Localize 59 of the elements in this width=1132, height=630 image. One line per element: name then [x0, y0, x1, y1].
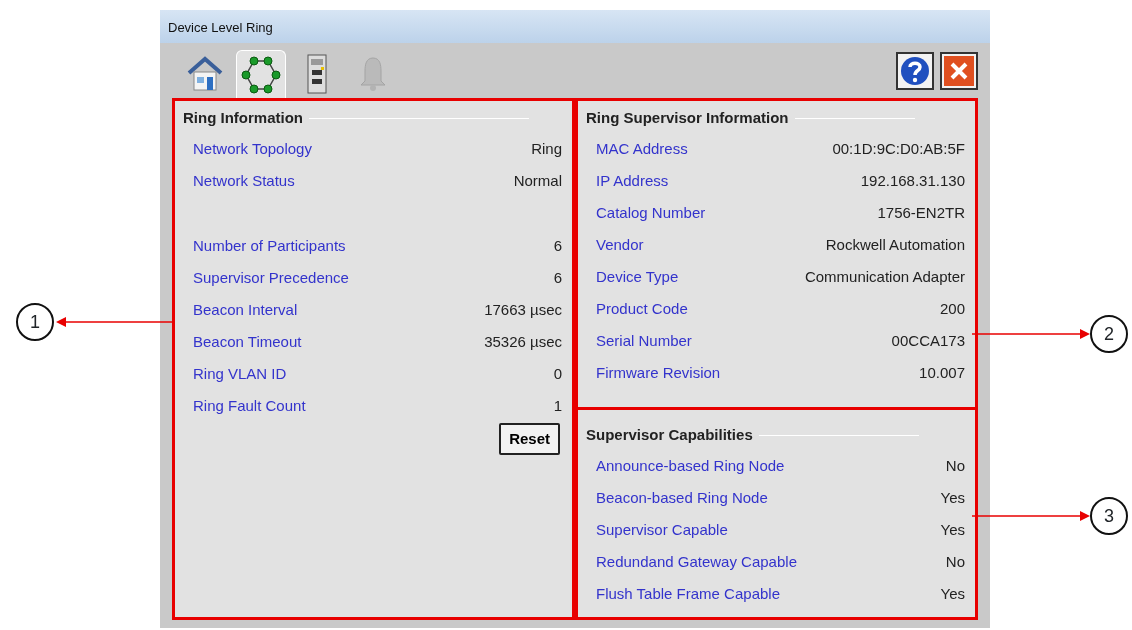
field-label: Ring Fault Count	[193, 396, 306, 417]
field-value: 6	[553, 268, 562, 289]
section-title: Ring Information	[183, 108, 303, 128]
window-title: Device Level Ring	[160, 10, 990, 43]
callout-number: 3	[1090, 497, 1128, 535]
field-value: 00CCA173	[891, 331, 965, 352]
close-icon	[944, 55, 974, 86]
field-value: Yes	[940, 584, 965, 605]
field-label: Supervisor Precedence	[193, 268, 349, 289]
ring-network-icon	[241, 55, 281, 94]
field-value: 6	[553, 236, 562, 257]
field-label: Vendor	[596, 235, 644, 256]
field-value: Yes	[940, 488, 965, 509]
field-value: 192.168.31.130	[860, 171, 965, 192]
module-icon	[307, 54, 327, 94]
reset-button[interactable]: Reset	[499, 422, 560, 455]
field-label: Number of Participants	[193, 236, 346, 257]
field-label: MAC Address	[596, 139, 688, 160]
field-label: Flush Table Frame Capable	[596, 584, 780, 605]
field-label: Beacon Timeout	[193, 332, 302, 353]
house-icon	[185, 55, 225, 93]
field-value: Communication Adapter	[804, 267, 965, 288]
field-value: 200	[939, 299, 965, 320]
field-value: Normal	[513, 171, 562, 192]
field-label: Announce-based Ring Node	[596, 456, 785, 477]
field-value: 17663 µsec	[484, 300, 562, 321]
toolbar-tab[interactable]	[236, 50, 286, 98]
section-title: Ring Supervisor Information	[586, 108, 789, 128]
field-label: Device Type	[596, 267, 679, 288]
field-label: Beacon Interval	[193, 300, 298, 321]
field-value: No	[945, 456, 965, 477]
field-value: 0	[553, 364, 562, 385]
field-value: 00:1D:9C:D0:AB:5F	[832, 139, 965, 160]
field-label: Ring VLAN ID	[193, 364, 287, 385]
help-icon	[900, 55, 930, 86]
close-button[interactable]	[940, 51, 978, 90]
field-label: Redundand Gateway Capable	[596, 552, 797, 573]
field-label: Network Status	[193, 171, 295, 192]
callout-number: 2	[1090, 315, 1128, 353]
callout-number: 1	[16, 303, 54, 341]
field-value: 1756-EN2TR	[877, 203, 965, 224]
field-value: 1	[553, 396, 562, 417]
field-label: Serial Number	[596, 331, 692, 352]
field-value: 10.007	[919, 363, 965, 384]
field-label: Network Topology	[193, 139, 312, 160]
field-value: Ring	[531, 139, 562, 160]
section-title: Supervisor Capabilities	[586, 425, 753, 445]
help-button[interactable]	[896, 51, 934, 90]
field-label: Beacon-based Ring Node	[596, 488, 768, 509]
field-value: 35326 µsec	[484, 332, 562, 353]
field-value: Rockwell Automation	[825, 235, 965, 256]
field-value: No	[945, 552, 965, 573]
field-label: IP Address	[596, 171, 669, 192]
field-value: Yes	[940, 520, 965, 541]
field-label: Product Code	[596, 299, 688, 320]
field-label: Firmware Revision	[596, 363, 721, 384]
field-label: Supervisor Capable	[596, 520, 728, 541]
bell-icon	[358, 55, 388, 93]
field-label: Catalog Number	[596, 203, 706, 224]
